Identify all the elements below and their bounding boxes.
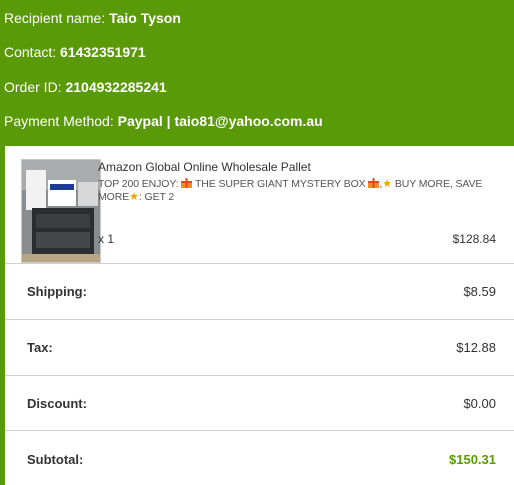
contact-label: Contact: — [4, 44, 57, 60]
gift-icon — [368, 178, 380, 188]
divider — [5, 263, 514, 264]
discount-value: $0.00 — [463, 396, 496, 411]
divider — [5, 319, 514, 320]
divider — [5, 375, 514, 376]
product-title[interactable]: Amazon Global Online Wholesale Pallet — [98, 160, 311, 174]
order-id-value: 2104932285241 — [65, 79, 167, 95]
item-price: $128.84 — [452, 232, 496, 246]
product-photo-illustration — [22, 160, 100, 262]
gift-icon — [181, 178, 193, 188]
description-part-2: THE SUPER GIANT MYSTERY BOX — [194, 178, 366, 190]
recipient-name-value: Taio Tyson — [109, 10, 181, 26]
star-icon: ★ — [129, 191, 139, 203]
discount-label: Discount: — [27, 396, 87, 411]
divider — [5, 430, 514, 431]
product-image[interactable] — [21, 159, 101, 263]
contact-value: 61432351971 — [60, 44, 146, 60]
payment-method-value: Paypal | taio81@yahoo.com.au — [117, 113, 323, 129]
order-id-label: Order ID: — [4, 79, 62, 95]
item-quantity: x 1 — [98, 232, 115, 246]
description-part-5: : GET 2 — [138, 191, 175, 203]
product-description: TOP 200 ENJOY: THE SUPER GIANT MYSTERY B… — [98, 178, 510, 204]
description-part-1: TOP 200 ENJOY: — [98, 178, 179, 190]
order-id-row: Order ID: 2104932285241 — [4, 79, 167, 95]
star-icon: ★ — [382, 178, 392, 190]
order-summary-card: Amazon Global Online Wholesale Pallet TO… — [0, 146, 514, 485]
recipient-name-row: Recipient name: Taio Tyson — [4, 10, 181, 26]
subtotal-value: $150.31 — [449, 452, 496, 467]
contact-row: Contact: 61432351971 — [4, 44, 146, 60]
shipping-value: $8.59 — [463, 284, 496, 299]
shipping-label: Shipping: — [27, 284, 87, 299]
order-info-header: Recipient name: Taio Tyson Contact: 6143… — [0, 0, 514, 146]
recipient-name-label: Recipient name: — [4, 10, 106, 26]
subtotal-label: Subtotal: — [27, 452, 84, 467]
tax-label: Tax: — [27, 340, 53, 355]
payment-method-label: Payment Method: — [4, 113, 114, 129]
payment-method-row: Payment Method: Paypal | taio81@yahoo.co… — [4, 113, 323, 129]
tax-value: $12.88 — [456, 340, 496, 355]
